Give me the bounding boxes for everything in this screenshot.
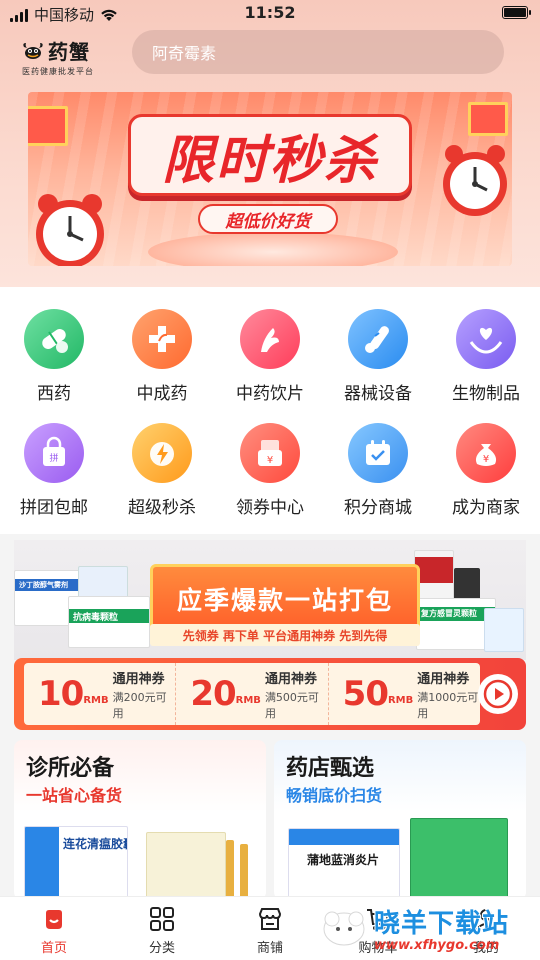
coupon-bar[interactable]: 10 RMB 通用神券 满200元可用 20 RMB 通用神券 满500元可用 … [14, 658, 526, 730]
card-title: 诊所必备 [26, 756, 115, 781]
watermark-url: www.xfhygo.com [374, 938, 500, 953]
category-lingquanzhongxin[interactable]: ¥ 领券中心 [216, 423, 324, 518]
svg-text:¥: ¥ [267, 455, 273, 466]
category-jifenshangcheng[interactable]: 积分商城 [324, 423, 432, 518]
svg-text:¥: ¥ [483, 454, 489, 465]
product-box-image [146, 832, 226, 900]
coupon-20[interactable]: 20 RMB 通用神券 满500元可用 [176, 663, 329, 725]
top-header: 中国移动 11:52 药蟹 医药健康批发平台 阿奇霉素 限时秒杀 超低价好货 [0, 0, 540, 290]
category-label: 中药饮片 [236, 384, 304, 404]
category-label: 积分商城 [344, 498, 412, 518]
category-xiyao[interactable]: 西药 [0, 309, 108, 404]
banner-title: 限时秒杀 [128, 114, 412, 196]
tab-home[interactable]: 首页 [0, 905, 108, 956]
status-bar: 中国移动 11:52 [0, 0, 540, 26]
shopping-bag-icon: 拼 [24, 423, 84, 483]
grid-icon [150, 907, 174, 931]
category-zhongyaoyinpian[interactable]: 中药饮片 [216, 309, 324, 404]
category-label: 中成药 [136, 384, 188, 404]
category-label: 超级秒杀 [128, 498, 196, 518]
calendar-check-icon [348, 423, 408, 483]
alarm-clock-icon [36, 194, 104, 266]
season-promo-banner[interactable]: 沙丁胺醇气雾剂 抗病毒颗粒 复方感冒灵颗粒 应季爆款一站打包 先领券 再下单 平… [14, 540, 526, 730]
crab-logo-icon [23, 42, 43, 59]
category-label: 领券中心 [236, 498, 304, 518]
category-label: 拼团包邮 [20, 498, 88, 518]
lightning-clock-icon [132, 423, 192, 483]
tab-store[interactable]: 商铺 [216, 905, 324, 956]
product-box-image: 抗病毒颗粒 [68, 596, 150, 648]
coupon-50[interactable]: 50 RMB 通用神券 满1000元可用 [329, 663, 480, 725]
category-label: 器械设备 [344, 384, 412, 404]
product-box-image [484, 608, 524, 652]
play-arrow-icon[interactable] [478, 674, 518, 714]
site-watermark: 晓羊下载站 www.xfhygo.com [318, 896, 540, 960]
banner-subtitle: 超低价好货 [198, 204, 338, 234]
pharmacy-selection-card[interactable]: 药店甄选 畅销底价扫货 蒲地蓝消炎片 [274, 740, 526, 900]
pill-icon [24, 309, 84, 369]
thermometer-icon [348, 309, 408, 369]
clinic-essentials-card[interactable]: 诊所必备 一站省心备货 连花清瘟胶囊 [14, 740, 266, 900]
promo-strip: 先领券 再下单 平台通用神券 先到先得 [150, 624, 420, 646]
home-icon [46, 910, 62, 929]
card-title: 药店甄选 [286, 756, 375, 781]
logo-name: 药蟹 [48, 40, 90, 64]
coupon-10[interactable]: 10 RMB 通用神券 满200元可用 [24, 663, 177, 725]
gift-box-decoration [28, 106, 68, 146]
tab-label: 首页 [40, 941, 67, 956]
alarm-clock-icon [443, 145, 507, 216]
heart-hand-icon [456, 309, 516, 369]
category-pintuan[interactable]: 拼 拼团包邮 [0, 423, 108, 518]
category-label: 成为商家 [452, 498, 520, 518]
category-chaojimiaosha[interactable]: 超级秒杀 [108, 423, 216, 518]
herb-icon [240, 309, 300, 369]
tab-category[interactable]: 分类 [108, 905, 216, 956]
gift-box-decoration [468, 102, 508, 136]
product-box-image: 蒲地蓝消炎片 [288, 828, 400, 900]
app-logo[interactable]: 药蟹 医药健康批发平台 [22, 36, 112, 76]
category-label: 生物制品 [452, 384, 520, 404]
svg-text:拼: 拼 [49, 452, 58, 464]
category-label: 西药 [37, 384, 71, 404]
product-box-image [410, 818, 508, 900]
coupon-icon: ¥ [240, 423, 300, 483]
search-placeholder: 阿奇霉素 [152, 44, 217, 63]
card-subtitle: 一站省心备货 [26, 786, 123, 805]
category-shengwuzhipin[interactable]: 生物制品 [432, 309, 540, 404]
search-input[interactable]: 阿奇霉素 [132, 30, 504, 74]
store-icon [258, 908, 282, 930]
category-grid: 西药 中成药 中药饮片 器械设备 生物制品 拼 拼团包邮 超级秒杀 ¥ 领券中心… [0, 287, 540, 534]
card-subtitle: 畅销底价扫货 [286, 786, 383, 805]
status-time: 11:52 [244, 3, 296, 22]
medical-cross-icon [132, 309, 192, 369]
flash-sale-banner[interactable]: 限时秒杀 超低价好货 [28, 92, 512, 266]
ampoule-image [240, 844, 248, 900]
category-qixieshebei[interactable]: 器械设备 [324, 309, 432, 404]
tab-label: 商铺 [256, 941, 283, 956]
watermark-text: 晓羊下载站 [374, 909, 510, 939]
ampoule-image [226, 840, 234, 900]
tab-label: 分类 [148, 941, 175, 956]
sheep-logo-icon [323, 911, 365, 946]
banner-pedestal [148, 232, 398, 266]
product-box-image: 连花清瘟胶囊 [24, 826, 128, 900]
logo-tagline: 医药健康批发平台 [22, 67, 94, 76]
money-bag-icon: ¥ [456, 423, 516, 483]
battery-icon [502, 6, 531, 19]
category-chengweishangjia[interactable]: ¥ 成为商家 [432, 423, 540, 518]
category-zhongchengyao[interactable]: 中成药 [108, 309, 216, 404]
